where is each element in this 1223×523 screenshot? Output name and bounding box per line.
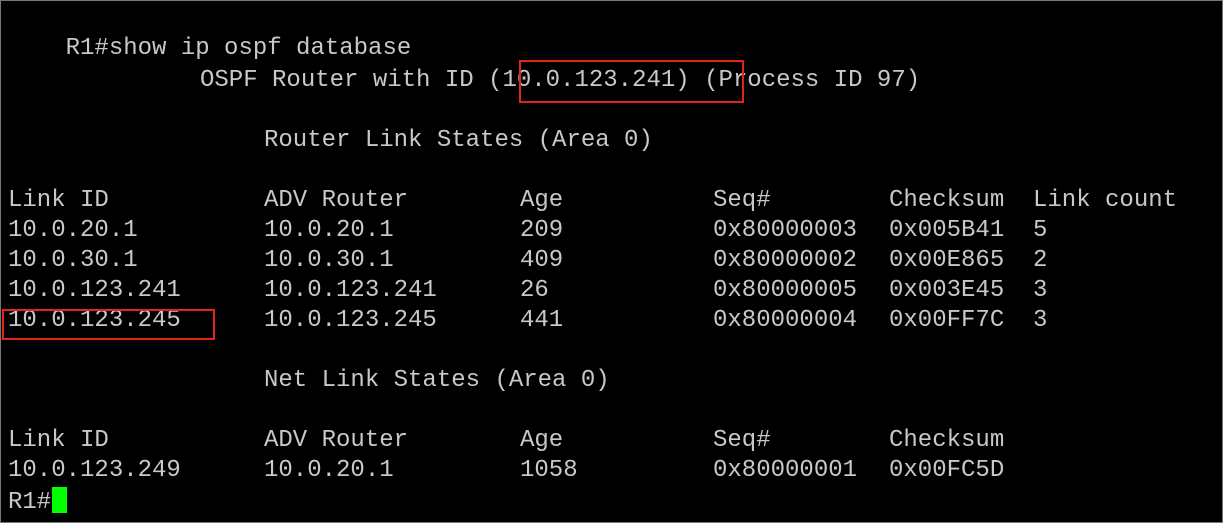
- process-id-text: (Process ID 97): [689, 67, 921, 94]
- net-table-header: Link ID ADV Router Age Seq# Checksum: [8, 427, 1004, 455]
- cell-link-count: 3: [1033, 277, 1048, 304]
- cell-checksum: 0x003E45: [889, 277, 1005, 304]
- terminal-window[interactable]: R1#show ip ospf database OSPF Router wit…: [0, 0, 1223, 523]
- table-row: 10.0.30.1 10.0.30.1 409 0x80000002 0x00E…: [8, 247, 1047, 275]
- cell-link-id: 10.0.20.1: [8, 217, 138, 244]
- col-adv-router: ADV Router: [264, 187, 409, 214]
- col-link-count: Link count: [1033, 187, 1178, 214]
- command-text: R1#show ip ospf database: [65, 35, 412, 62]
- cell-age: 441: [520, 307, 564, 334]
- router-link-states-title: Router Link States (Area 0): [264, 127, 653, 154]
- router-id-value: (10.0.123.241): [488, 67, 690, 94]
- cell-checksum: 0x00E865: [889, 247, 1005, 274]
- cell-seq: 0x80000002: [713, 247, 858, 274]
- cell-adv-router: 10.0.20.1: [264, 457, 394, 484]
- col-adv-router: ADV Router: [264, 427, 409, 454]
- col-seq: Seq#: [713, 187, 771, 214]
- cell-age: 1058: [520, 457, 578, 484]
- cell-link-id: 10.0.30.1: [8, 247, 138, 274]
- cursor-block[interactable]: [52, 487, 68, 513]
- cell-link-id: 10.0.123.249: [8, 457, 181, 484]
- cell-link-count: 5: [1033, 217, 1048, 244]
- ospf-router-id-line: OSPF Router with ID (10.0.123.241) (Proc…: [200, 67, 920, 95]
- col-link-id: Link ID: [8, 187, 109, 214]
- cell-adv-router: 10.0.20.1: [264, 217, 394, 244]
- table-row: 10.0.123.241 10.0.123.241 26 0x80000005 …: [8, 277, 1047, 305]
- cell-seq: 0x80000004: [713, 307, 858, 334]
- cell-seq: 0x80000005: [713, 277, 858, 304]
- cell-age: 209: [520, 217, 564, 244]
- table-row: 10.0.123.249 10.0.20.1 1058 0x80000001 0…: [8, 457, 1004, 485]
- cell-checksum: 0x00FC5D: [889, 457, 1005, 484]
- cell-link-id: 10.0.123.245: [8, 307, 181, 334]
- router-table-header: Link ID ADV Router Age Seq# Checksum Lin…: [8, 187, 1177, 215]
- net-link-states-title: Net Link States (Area 0): [264, 367, 610, 394]
- cell-checksum: 0x00FF7C: [889, 307, 1005, 334]
- table-row: 10.0.20.1 10.0.20.1 209 0x80000003 0x005…: [8, 217, 1047, 245]
- cell-link-count: 3: [1033, 307, 1048, 334]
- prompt-line[interactable]: R1#: [8, 487, 68, 516]
- cell-seq: 0x80000001: [713, 457, 858, 484]
- col-checksum: Checksum: [889, 427, 1005, 454]
- cell-adv-router: 10.0.30.1: [264, 247, 394, 274]
- col-seq: Seq#: [713, 427, 771, 454]
- cell-seq: 0x80000003: [713, 217, 858, 244]
- cell-adv-router: 10.0.123.241: [264, 277, 437, 304]
- col-link-id: Link ID: [8, 427, 109, 454]
- col-age: Age: [520, 427, 564, 454]
- cell-age: 409: [520, 247, 564, 274]
- cell-link-count: 2: [1033, 247, 1048, 274]
- cell-age: 26: [520, 277, 549, 304]
- col-checksum: Checksum: [889, 187, 1005, 214]
- cell-checksum: 0x005B41: [889, 217, 1005, 244]
- col-age: Age: [520, 187, 564, 214]
- command-line: R1#show ip ospf database: [8, 7, 412, 62]
- prompt-text: R1#: [8, 489, 52, 516]
- cell-adv-router: 10.0.123.245: [264, 307, 437, 334]
- cell-link-id: 10.0.123.241: [8, 277, 181, 304]
- router-id-prefix: OSPF Router with ID: [200, 67, 489, 94]
- table-row: 10.0.123.245 10.0.123.245 441 0x80000004…: [8, 307, 1047, 335]
